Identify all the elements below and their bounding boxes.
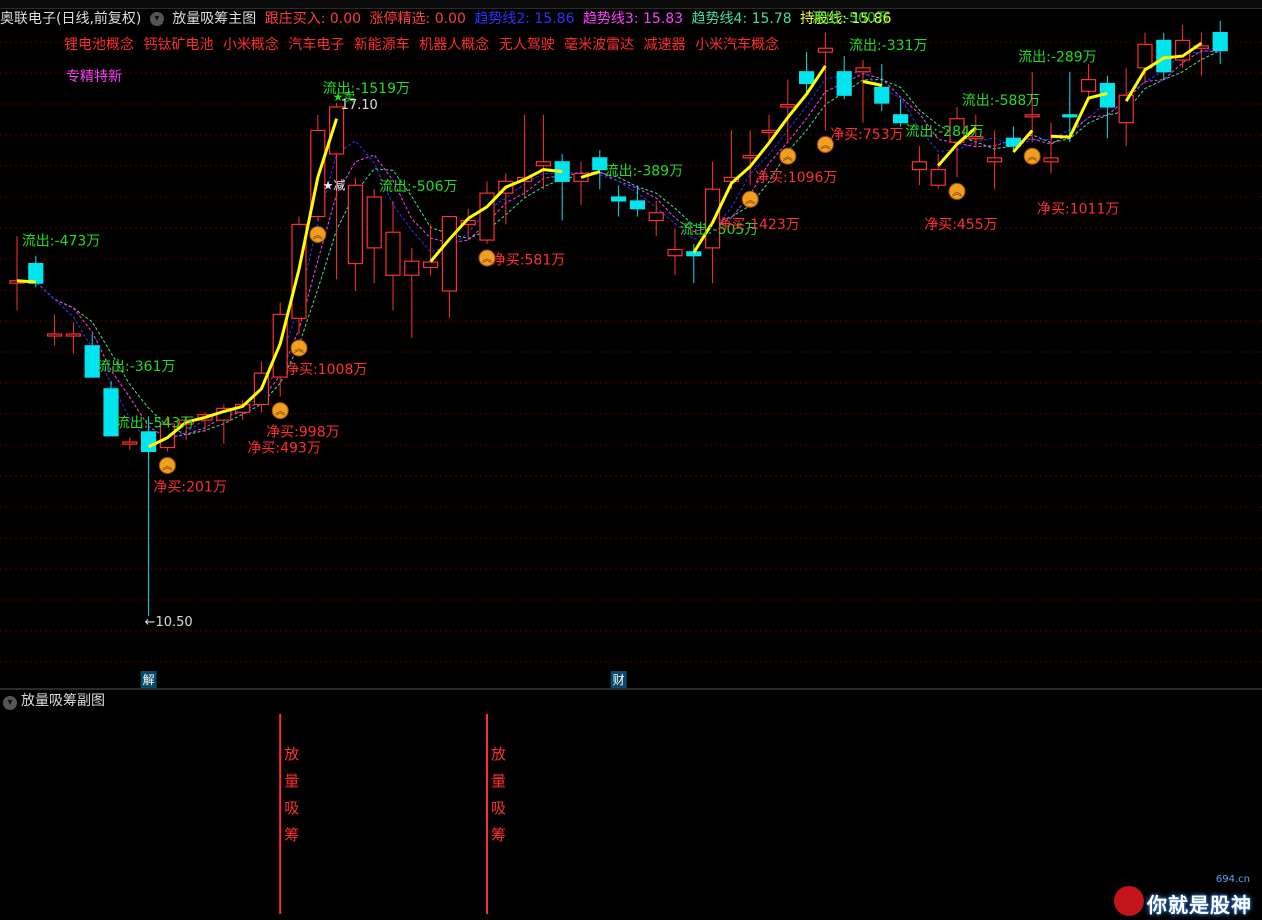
signal-char: 量 (284, 772, 299, 790)
outflow-label: 流出:-331万 (849, 38, 928, 54)
logo-site: 694.cn (1215, 874, 1250, 885)
buy-signal-glyph: ︽ (745, 195, 755, 206)
signal-char: 筹 (284, 826, 299, 844)
netbuy-label: 净买:753万 (830, 127, 903, 143)
candle-body (874, 86, 890, 104)
outflow-label: 流出:-389万 (605, 163, 684, 179)
candle-body (1024, 114, 1040, 118)
outflow-label: 流出:-506万 (379, 179, 458, 195)
signal-char: 放 (491, 745, 506, 763)
netbuy-label: 净买:581万 (492, 252, 565, 268)
stock-chart-window: 奥联电子(日线,前复权) ▾ 放量吸筹主图 跟庄买入: 0.00 涨停精选: 0… (0, 0, 1262, 920)
watermark-logo: 694.cn 你就是股神 (1106, 874, 1256, 918)
candle-body (610, 196, 627, 202)
signal-char: 吸 (284, 799, 299, 817)
candle-body (122, 441, 138, 445)
netbuy-label: 净买:1423万 (717, 217, 799, 233)
signal-char: 筹 (491, 826, 506, 844)
outflow-label: 流出:-361万 (97, 359, 176, 375)
main-chart[interactable]: ︽ ︽ ︽ ︽ ︽ ︽ ︽ ︽ ︽ ︽ 流出:-473万流出:-361万流出:-543万净买:201… (0, 0, 1262, 690)
candle-body (1137, 43, 1153, 69)
hold-line (1050, 91, 1108, 139)
candle-body (798, 71, 815, 85)
candle-body (441, 215, 457, 292)
outflow-label: 流出:-284万 (905, 124, 984, 140)
sub-chart-header: ▾ 放量吸筹副图 (0, 690, 105, 712)
event-marker: 解 (143, 673, 155, 687)
reduce-star-label: ★减 (323, 178, 346, 192)
candle-body (1043, 157, 1059, 163)
netbuy-label: 净买:201万 (153, 479, 226, 495)
candle-body (1212, 31, 1228, 52)
candle-body (855, 67, 871, 73)
outflow-label: 流出:-289万 (1018, 50, 1096, 66)
signal-char: 放 (284, 745, 299, 763)
hold-line (147, 118, 339, 449)
buy-signal-glyph: ︽ (294, 344, 304, 355)
sub-chart-title[interactable]: 放量吸筹副图 (21, 693, 105, 709)
buy-signal-glyph: ︽ (1027, 152, 1037, 163)
hold-line (16, 279, 36, 284)
candle-body (742, 154, 758, 159)
candle-body (366, 196, 382, 249)
buy-signal-glyph: ︽ (275, 407, 285, 418)
outflow-label: 流出:-500万 (811, 11, 890, 27)
candle-body (930, 169, 946, 186)
candle-body (1080, 78, 1097, 92)
candle-body (65, 333, 82, 337)
sub-chart[interactable]: 放量吸筹放量吸筹 (0, 714, 1262, 920)
candle-body (817, 47, 834, 53)
signal-char: 量 (491, 772, 506, 790)
outflow-label: 流出:-543万 (116, 415, 195, 431)
signal-char: 吸 (491, 799, 506, 817)
candle-body (404, 260, 420, 276)
candle-body (780, 104, 796, 108)
candle-body (986, 157, 1003, 163)
hold-line (862, 80, 883, 87)
logo-ball-icon (1114, 886, 1144, 916)
candle-body (423, 261, 439, 269)
buy-signal-glyph: ︽ (162, 461, 172, 472)
candle-body (46, 333, 63, 337)
netbuy-label: 净买:998万 (266, 425, 339, 441)
netbuy-label: 净买:493万 (247, 440, 320, 456)
chevron-down-icon[interactable]: ▾ (3, 696, 17, 710)
candle-body (911, 161, 928, 171)
buy-signal-glyph: ︽ (820, 140, 830, 151)
candle-body (347, 184, 363, 265)
candle-body (648, 212, 664, 222)
candle-body (141, 431, 157, 453)
outflow-label: 流出:-473万 (22, 234, 101, 250)
buy-signal-glyph: ︽ (952, 187, 962, 198)
candle-body (836, 71, 852, 96)
candle-body (629, 200, 646, 210)
netbuy-label: 净买:1011万 (1037, 202, 1119, 218)
event-marker: 财 (613, 673, 625, 687)
outflow-label: 流出:-588万 (962, 93, 1041, 109)
candle-body (667, 248, 683, 257)
candle-body (1062, 114, 1078, 118)
candle-body (385, 231, 401, 276)
sell-star-label: ★卖 (333, 90, 356, 104)
netbuy-label: 净买:455万 (924, 217, 997, 233)
netbuy-label: 净买:1096万 (755, 170, 837, 186)
buy-signal-glyph: ︽ (313, 230, 323, 241)
logo-text: 你就是股神 (1147, 893, 1252, 917)
buy-signal-glyph: ︽ (783, 152, 793, 163)
candle-body (761, 129, 777, 134)
candle-body (535, 161, 552, 167)
candle-body (892, 114, 909, 124)
netbuy-label: 净买:1008万 (285, 362, 367, 378)
buy-signal-glyph: ︽ (482, 254, 492, 265)
low-price-label: ←10.50 (145, 615, 193, 630)
